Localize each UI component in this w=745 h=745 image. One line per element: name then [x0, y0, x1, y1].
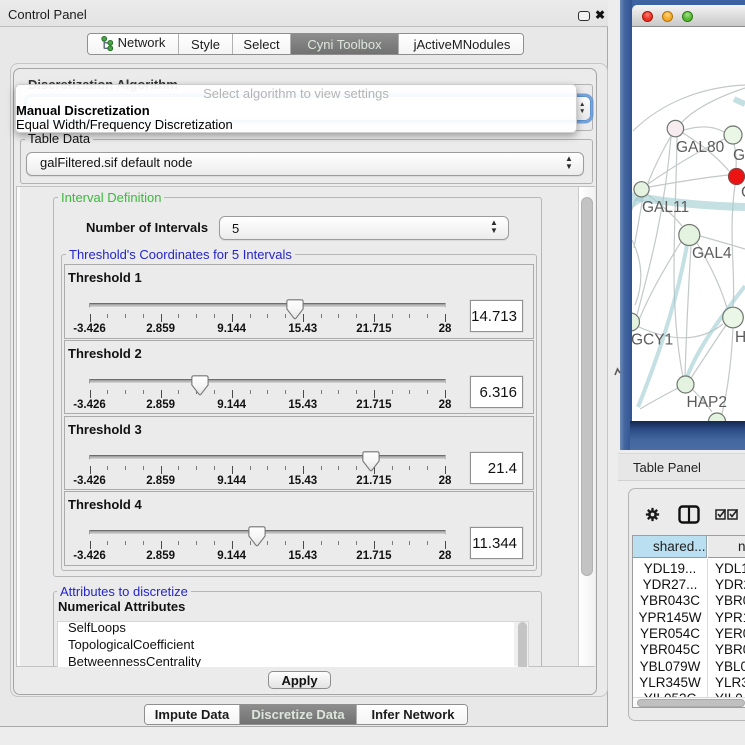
svg-text:GA: GA — [733, 147, 745, 164]
svg-text:C: C — [741, 184, 745, 201]
svg-text:HAP2: HAP2 — [687, 394, 728, 411]
svg-text:GAL11: GAL11 — [642, 199, 689, 216]
svg-text:GCY1: GCY1 — [632, 332, 673, 349]
svg-text:GAL4: GAL4 — [692, 245, 732, 262]
svg-text:GAL80: GAL80 — [676, 139, 725, 156]
svg-text:HI: HI — [735, 329, 745, 346]
